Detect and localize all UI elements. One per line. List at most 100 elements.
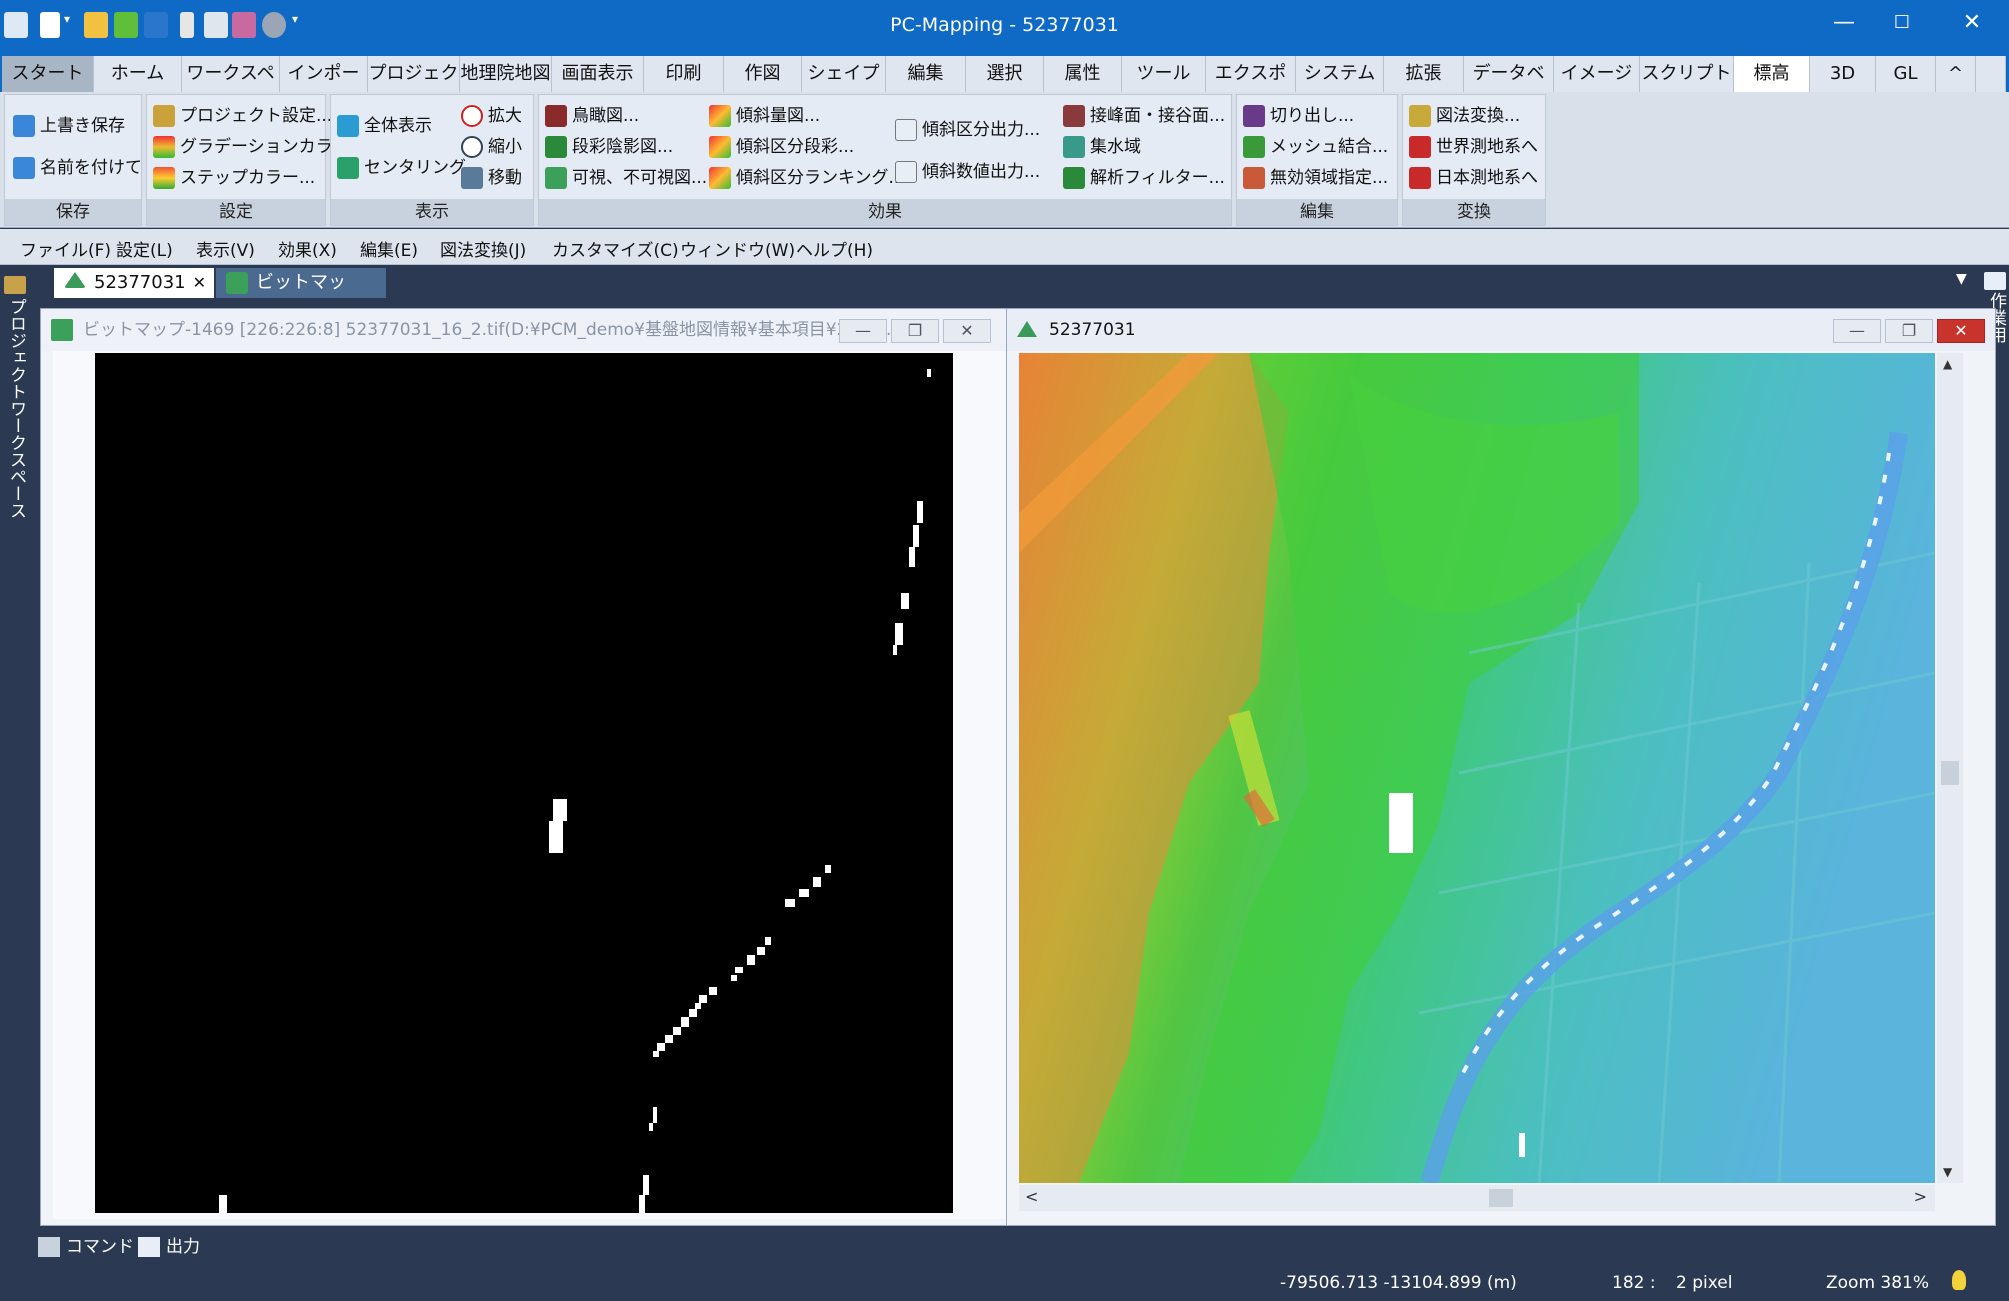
group-display: 全体表示 センタリング 拡大 縮小 移動 表示 bbox=[330, 94, 534, 226]
tab-shape[interactable]: シェイプ bbox=[802, 56, 886, 92]
ribbon-pin-icon[interactable] bbox=[1976, 56, 2006, 92]
zoom-out-button[interactable]: 縮小 bbox=[461, 132, 522, 162]
tab-database[interactable]: データベース bbox=[1464, 56, 1554, 120]
save-as-icon bbox=[13, 157, 35, 179]
tab-screen-display[interactable]: 画面表示 bbox=[552, 56, 644, 92]
clip-button[interactable]: 切り出し... bbox=[1243, 101, 1354, 131]
scroll-down-arrow[interactable]: ▼ bbox=[1943, 1165, 1952, 1179]
tab-3d[interactable]: 3D bbox=[1810, 56, 1876, 92]
close-button[interactable]: ✕ bbox=[1937, 319, 1985, 343]
tab-workspace[interactable]: ワークスペース bbox=[182, 56, 280, 92]
doc-tab-bitmap[interactable]: ビットマップ-1469 bbox=[216, 268, 386, 323]
slope-class-color-button[interactable]: 傾斜区分段彩... bbox=[709, 132, 854, 162]
catchment-button[interactable]: 集水域 bbox=[1063, 132, 1141, 162]
tab-system[interactable]: システム bbox=[1296, 56, 1384, 92]
group-edit: 切り出し... メッシュ結合... 無効領域指定... 編集 bbox=[1236, 94, 1398, 226]
tab-start[interactable]: スタート bbox=[2, 56, 94, 92]
group-label: 表示 bbox=[331, 199, 533, 225]
tab-list-dropdown-icon[interactable]: ▼ bbox=[1956, 271, 1967, 287]
menu-view[interactable]: 表示(V) bbox=[196, 236, 255, 261]
relief-icon bbox=[545, 136, 567, 158]
menu-customize[interactable]: カスタマイズ(C) bbox=[552, 236, 679, 261]
menu-help[interactable]: ヘルプ(H) bbox=[796, 236, 873, 261]
summit-valley-surface-button[interactable]: 接峰面・接谷面... bbox=[1063, 101, 1225, 131]
slope-class-output-button[interactable]: 傾斜区分出力... bbox=[895, 115, 1040, 145]
collapse-ribbon-button[interactable]: ^ bbox=[1936, 56, 1976, 92]
analysis-filter-button[interactable]: 解析フィルター... bbox=[1063, 163, 1225, 193]
workspace-icon[interactable] bbox=[4, 276, 26, 294]
tab-extension[interactable]: 拡張 bbox=[1384, 56, 1464, 92]
window-title: PC-Mapping - 52377031 bbox=[890, 14, 1119, 36]
project-settings-button[interactable]: プロジェクト設定... bbox=[153, 101, 332, 131]
binary-bitmap-image[interactable] bbox=[95, 353, 953, 1213]
scroll-right-arrow[interactable]: > bbox=[1914, 1187, 1927, 1206]
tab-export[interactable]: エクスポート bbox=[1206, 56, 1296, 120]
projection-convert-button[interactable]: 図法変換... bbox=[1409, 101, 1520, 131]
horizontal-scrollbar[interactable]: < > bbox=[1019, 1185, 1935, 1211]
slope-map-button[interactable]: 傾斜量図... bbox=[709, 101, 820, 131]
invalid-region-button[interactable]: 無効領域指定... bbox=[1243, 163, 1388, 193]
slope-ranking-button[interactable]: 傾斜区分ランキング... bbox=[709, 163, 905, 193]
doc-tab-52377031[interactable]: 52377031 ✕ bbox=[54, 268, 214, 298]
horizontal-scroll-thumb[interactable] bbox=[1489, 1189, 1513, 1207]
minimize-button[interactable]: — bbox=[1833, 319, 1881, 343]
menu-effects[interactable]: 効果(X) bbox=[278, 236, 337, 261]
mesh-merge-button[interactable]: メッシュ結合... bbox=[1243, 132, 1388, 162]
close-tab-icon[interactable]: ✕ bbox=[193, 268, 206, 298]
tab-edit[interactable]: 編集 bbox=[886, 56, 966, 92]
tab-import[interactable]: インポート bbox=[280, 56, 368, 120]
relief-shading-button[interactable]: 段彩陰影図... bbox=[545, 132, 673, 162]
work-panel-icon[interactable] bbox=[1984, 272, 2006, 290]
bitmap-icon bbox=[51, 319, 73, 341]
birds-eye-button[interactable]: 鳥瞰図... bbox=[545, 101, 639, 131]
vertical-scroll-thumb[interactable] bbox=[1941, 761, 1959, 785]
save-as-button[interactable]: 名前を付けて bbox=[13, 153, 142, 183]
to-world-geodetic-button[interactable]: 世界測地系へ bbox=[1409, 132, 1538, 162]
tab-print[interactable]: 印刷 bbox=[644, 56, 724, 92]
overwrite-save-button[interactable]: 上書き保存 bbox=[13, 111, 125, 141]
maximize-button[interactable]: ☐ bbox=[1866, 0, 1938, 48]
slope-value-output-button[interactable]: 傾斜数値出力... bbox=[895, 157, 1040, 187]
tab-drawing[interactable]: 作図 bbox=[724, 56, 802, 92]
tab-script[interactable]: スクリプト bbox=[1640, 56, 1734, 92]
restore-button[interactable]: ❐ bbox=[1885, 319, 1933, 343]
tab-gl[interactable]: GL bbox=[1876, 56, 1936, 92]
menu-projection[interactable]: 図法変換(J) bbox=[440, 236, 526, 261]
tab-attribute[interactable]: 属性 bbox=[1044, 56, 1122, 92]
bitmap-window: ビットマップ-1469 [226:226:8] 52377031_16_2.ti… bbox=[40, 308, 1030, 1226]
visibility-button[interactable]: 可視、不可視図... bbox=[545, 163, 707, 193]
lightbulb-icon[interactable] bbox=[1952, 1270, 1966, 1290]
minimize-button[interactable]: — bbox=[839, 319, 887, 343]
tab-home[interactable]: ホーム bbox=[94, 56, 182, 92]
zoom-in-button[interactable]: 拡大 bbox=[461, 101, 522, 131]
project-workspace-tab[interactable]: プロジェクトワークスペース bbox=[4, 298, 29, 519]
menu-window[interactable]: ウィンドウ(W) bbox=[680, 236, 795, 261]
close-button[interactable]: ✕ bbox=[943, 319, 991, 343]
to-japan-geodetic-button[interactable]: 日本測地系へ bbox=[1409, 163, 1538, 193]
vertical-scrollbar[interactable]: ▲ ▼ bbox=[1937, 353, 1963, 1183]
table-output-icon bbox=[895, 119, 917, 141]
tab-select[interactable]: 選択 bbox=[966, 56, 1044, 92]
restore-button[interactable]: ❐ bbox=[891, 319, 939, 343]
tab-image[interactable]: イメージ bbox=[1554, 56, 1640, 92]
command-tab[interactable]: コマンド bbox=[36, 1234, 134, 1260]
menu-settings[interactable]: 設定(L) bbox=[116, 236, 173, 261]
menu-edit[interactable]: 編集(E) bbox=[360, 236, 418, 261]
pan-button[interactable]: 移動 bbox=[461, 163, 522, 193]
tab-tool[interactable]: ツール bbox=[1122, 56, 1206, 92]
output-tab[interactable]: 出力 bbox=[136, 1234, 200, 1260]
centering-button[interactable]: センタリング bbox=[337, 153, 466, 183]
tab-gsi-map[interactable]: 地理院地図 bbox=[460, 56, 552, 92]
elevation-map-image[interactable] bbox=[1019, 353, 1935, 1183]
elevation-icon bbox=[64, 272, 86, 288]
scroll-left-arrow[interactable]: < bbox=[1025, 1187, 1038, 1206]
step-color-button[interactable]: ステップカラー... bbox=[153, 163, 315, 193]
scroll-up-arrow[interactable]: ▲ bbox=[1943, 357, 1952, 371]
project-icon bbox=[153, 105, 175, 127]
japan-geodetic-icon bbox=[1409, 167, 1431, 189]
close-button[interactable]: ✕ bbox=[1936, 0, 2008, 48]
tab-elevation[interactable]: 標高 bbox=[1734, 56, 1810, 92]
menu-file[interactable]: ファイル(F) bbox=[20, 236, 111, 261]
fit-all-button[interactable]: 全体表示 bbox=[337, 111, 432, 141]
tab-project[interactable]: プロジェクト bbox=[368, 56, 460, 120]
